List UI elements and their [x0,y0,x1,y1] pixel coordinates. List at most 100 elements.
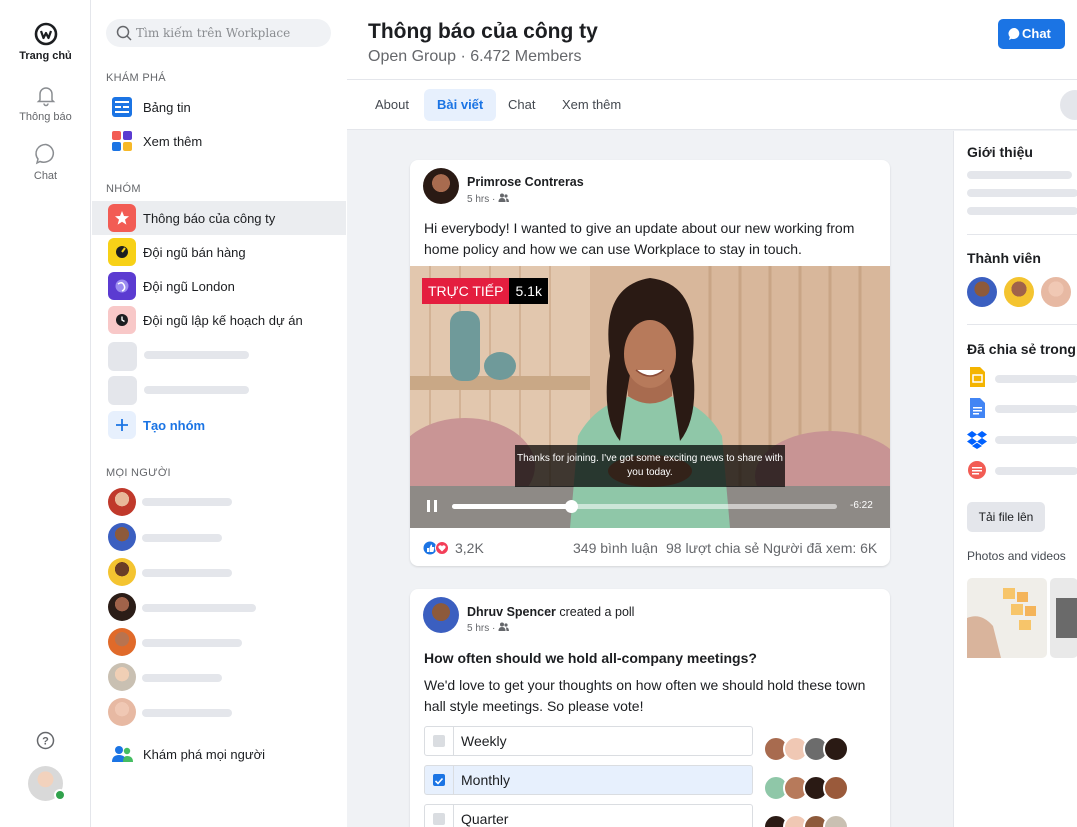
divider [967,324,1077,325]
online-status-dot [54,789,66,801]
workplace-app: Trang chủ Thông báo Chat ? Tìm kiếm trên… [0,0,1077,827]
tab-search-button[interactable] [1060,90,1077,120]
time-remaining: -6:22 [850,500,873,511]
sidebar-item-label: Đội ngũ London [143,279,235,294]
group-title: Thông báo của công ty [368,20,598,43]
poll-checkbox[interactable] [433,735,445,747]
poll-option[interactable]: Weekly [424,726,753,756]
author-avatar[interactable] [423,168,459,204]
poll-question: How often should we hold all-company mee… [424,650,757,666]
author-avatar[interactable] [423,597,459,633]
placeholder-text [967,189,1077,197]
explore-people-button[interactable]: Khám phá mọi người [92,737,346,771]
pause-icon[interactable] [426,499,438,513]
post-meta: 5 hrs · [467,622,510,634]
live-video[interactable]: TRỰC TIẾP 5.1k Thanks for joining. I've … [410,266,890,528]
post-card-live: Primrose Contreras 5 hrs · Hi everybody!… [410,160,890,566]
sidebar-item-see-more[interactable]: Xem thêm [92,124,346,158]
right-panel: Giới thiệu Thành viên Đã chia sẻ trong T… [953,131,1077,827]
poll-voters[interactable] [763,814,849,827]
group-icon [108,238,136,266]
quip-file-icon[interactable] [967,459,987,481]
sidebar-item-label: Bảng tin [143,100,191,115]
like-love-reaction-icon[interactable] [423,541,451,555]
bell-icon [36,87,55,107]
poll-option[interactable]: Monthly [424,765,753,795]
poll-checkbox[interactable] [433,813,445,825]
member-avatar[interactable] [1004,277,1034,307]
rail-home[interactable]: Trang chủ [0,22,91,62]
placeholder-text [142,498,232,506]
placeholder-text [995,467,1077,475]
person-avatar[interactable] [108,523,136,551]
option-divider [453,766,454,794]
live-label: TRỰC TIẾP [422,278,510,304]
rail-chat[interactable]: Chat [0,142,91,182]
help-icon[interactable]: ? [36,731,55,750]
person-avatar[interactable] [108,628,136,656]
dial-icon [116,246,128,258]
docs-file-icon[interactable] [967,397,987,419]
poll-option-label: Quarter [461,811,509,827]
person-avatar[interactable] [108,558,136,586]
tab-about[interactable]: About [362,89,422,121]
placeholder-text [142,604,256,612]
video-frame [410,266,890,528]
post-author: Dhruv Spencer created a poll [467,605,634,619]
post-author[interactable]: Primrose Contreras [467,175,584,189]
slides-file-icon[interactable] [967,366,987,388]
sidebar-item-london-team[interactable]: Đội ngũ London [92,269,346,303]
sidebar-item-project-planning[interactable]: Đội ngũ lập kế hoạch dự án [92,303,346,337]
person-avatar[interactable] [108,593,136,621]
clock-icon [116,314,128,326]
poll-voters[interactable] [763,736,849,762]
video-caption: Thanks for joining. I've got some exciti… [515,445,785,487]
svg-text:?: ? [42,736,49,748]
placeholder-text [967,171,1072,179]
sidebar-item-sales-team[interactable]: Đội ngũ bán hàng [92,235,346,269]
rail-chat-label: Chat [33,170,58,182]
photo-thumbnail[interactable] [1050,578,1077,658]
explore-people-label: Khám phá mọi người [143,747,266,762]
group-header: Thông báo của công ty Open Group · 6.472… [347,0,1077,80]
poll-voters[interactable] [763,775,849,801]
view-count[interactable]: Người đã xem: 6K [763,540,877,556]
chat-bubble-icon [1008,27,1020,40]
poll-checkbox-checked[interactable] [433,774,445,786]
left-rail: Trang chủ Thông báo Chat ? [0,0,91,827]
post-action: created a poll [555,605,635,619]
share-count[interactable]: 98 lượt chia sẻ [666,540,759,556]
reaction-count[interactable]: 3,2K [455,540,484,556]
comment-count[interactable]: 349 bình luận [573,540,658,556]
sidebar-item-company-announcements[interactable]: Thông báo của công ty [92,201,346,235]
tab-posts[interactable]: Bài viết [424,89,497,121]
person-avatar[interactable] [108,663,136,691]
search-input[interactable]: Tìm kiếm trên Workplace [106,19,331,47]
rail-notifications[interactable]: Thông báo [0,83,91,123]
create-group-button[interactable]: Tạo nhóm [92,408,346,442]
search-icon [116,25,132,41]
tab-see-more[interactable]: Xem thêm [549,89,634,121]
person-avatar[interactable] [108,488,136,516]
live-badge: TRỰC TIẾP 5.1k [422,278,548,304]
member-avatar[interactable] [967,277,997,307]
video-progress[interactable] [452,500,837,513]
sidebar-item-news-feed[interactable]: Bảng tin [92,90,346,124]
members-title: Thành viên [967,250,1041,266]
checkmark-icon [434,777,444,785]
dropbox-icon[interactable] [967,428,987,450]
upload-file-button[interactable]: Tải file lên [967,502,1045,532]
poll-option-label: Weekly [461,733,507,749]
chat-button[interactable]: Chat [998,19,1065,49]
groups-section-title: NHÓM [106,183,141,195]
person-avatar[interactable] [108,698,136,726]
tab-chat[interactable]: Chat [495,89,548,121]
sidebar-item-label: Đội ngũ lập kế hoạch dự án [143,313,303,328]
post-author-name[interactable]: Dhruv Spencer [467,605,556,619]
member-avatar[interactable] [1041,277,1071,307]
photo-thumbnail[interactable] [967,578,1047,658]
poll-option[interactable]: Quarter [424,804,753,827]
group-tabs: About Bài viết Chat Xem thêm [347,80,1077,130]
poll-option-label: Monthly [461,772,511,788]
sidebar-item-label: Xem thêm [143,134,203,149]
